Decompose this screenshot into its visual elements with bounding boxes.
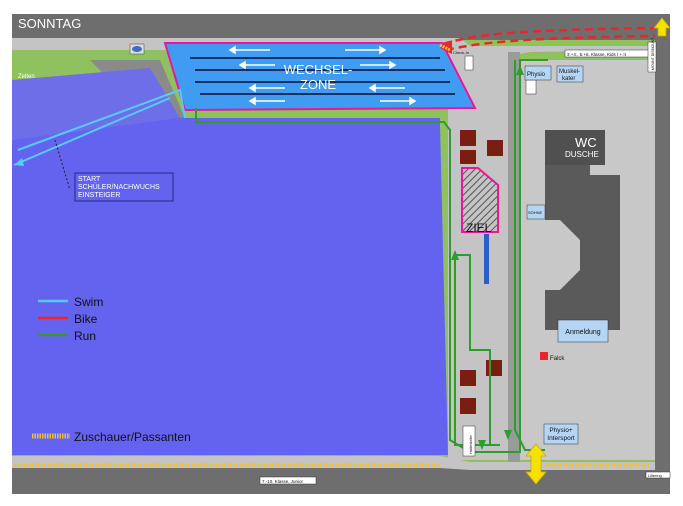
transition-zone-label-line2: ZONE: [300, 77, 336, 92]
klassen-top-label: 3.+4., 5.+6. Klasse, Kids I + II: [567, 52, 626, 57]
dusche-label: DUSCHE: [565, 150, 599, 159]
bottom-road: [12, 466, 655, 494]
zelten-label: Zelten: [18, 74, 35, 80]
legend-label-bike: Bike: [74, 312, 98, 326]
physio-marker: [525, 79, 537, 95]
anmeldung-label: Anmeldung: [565, 329, 601, 336]
right-road: [655, 14, 670, 494]
start-label-line2: SCHÜLER/NACHWUCHS: [78, 183, 160, 191]
boat-icon: [132, 46, 142, 52]
falck-label: Falck: [550, 356, 565, 362]
start-label-line3: EINSTEIGER: [78, 192, 120, 199]
legend-label-run: Run: [74, 329, 96, 343]
finish-label: ZIEL: [466, 221, 492, 235]
klassen-bottom-label: 7.-10. Klasse, Junior: [262, 479, 304, 484]
muskelkater-label-line2: kater: [562, 76, 575, 82]
muskelkater-label-line1: Muskel-: [559, 69, 580, 75]
legend-label-spectators: Zuschauer/Passanten: [74, 430, 191, 444]
finish-chute: [484, 234, 489, 284]
bus-stop-label: Haltestelle: [468, 435, 473, 454]
checkin-marker: [464, 55, 474, 71]
booth: [487, 140, 503, 156]
transition-zone-label-line1: WECHSEL-: [284, 62, 353, 77]
booth: [460, 398, 476, 414]
physio-label: Physio: [527, 72, 546, 78]
physio-intersport-line2: Intersport: [547, 435, 575, 442]
race-site-map: SONNTAG Zelten WECHSEL- ZONE START SCHÜL…: [12, 14, 671, 494]
physio-intersport-line1: Physio+: [549, 427, 573, 434]
legend-label-swim: Swim: [74, 295, 103, 309]
falck-icon: [540, 352, 548, 360]
start-label-line1: START: [78, 176, 101, 183]
lake: [12, 110, 448, 455]
wc-label: WC: [575, 135, 597, 150]
booth: [460, 370, 476, 386]
booth: [460, 130, 476, 146]
booth: [460, 150, 476, 164]
checkin-label: Check-In: [453, 50, 469, 55]
lillering-label: Lillering: [648, 473, 662, 478]
booth: [486, 360, 502, 376]
mount-label: MOUNT DISMOUNT: [651, 37, 655, 70]
top-road: [12, 14, 670, 40]
page-title: SONNTAG: [18, 16, 81, 31]
sohne-label: SÖHNE: [528, 210, 543, 215]
